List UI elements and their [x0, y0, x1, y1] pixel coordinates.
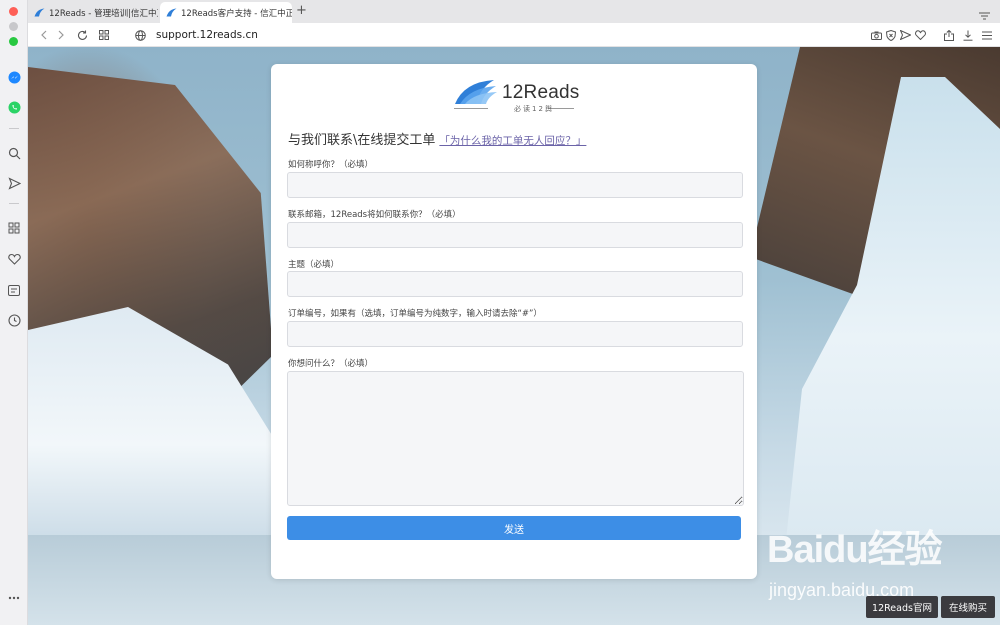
watermark-brand: Baidu经验: [767, 529, 943, 571]
12reads-logo-icon: [166, 8, 177, 17]
settings-menu-icon[interactable]: [979, 27, 995, 43]
download-icon[interactable]: [960, 27, 976, 43]
news-icon[interactable]: [6, 282, 22, 298]
address-bar: support.12reads.cn: [28, 23, 1000, 47]
send-button[interactable]: 发送: [287, 516, 741, 540]
name-input[interactable]: [287, 172, 743, 198]
back-chevron-icon[interactable]: [36, 27, 52, 43]
brand-tagline: 必读12舆: [514, 105, 554, 113]
form-title-text: 与我们联系\在线提交工单: [288, 133, 436, 148]
more-icon[interactable]: [6, 590, 22, 606]
tab-label: 12Reads客户支持 - 信汇中正: [181, 8, 292, 19]
globe-icon: [132, 27, 148, 43]
send-icon[interactable]: [6, 175, 22, 191]
tab-12reads-support[interactable]: 12Reads客户支持 - 信汇中正: [160, 2, 292, 23]
whatsapp-icon[interactable]: [6, 99, 22, 115]
share-icon[interactable]: [941, 27, 957, 43]
search-icon[interactable]: [6, 145, 22, 161]
bookmark-heart-icon[interactable]: [912, 27, 928, 43]
brand-divider: [454, 108, 488, 109]
new-tab-plus-icon[interactable]: +: [296, 3, 307, 18]
subject-input[interactable]: [287, 271, 743, 297]
form-title: 与我们联系\在线提交工单 「为什么我的工单无人回应？」: [288, 129, 586, 148]
sidebar-divider: [9, 128, 19, 129]
question-textarea[interactable]: [287, 371, 744, 506]
maximize-window-button[interactable]: [9, 37, 18, 46]
url-field[interactable]: support.12reads.cn: [156, 29, 258, 41]
brand-name: 12Reads: [502, 82, 580, 103]
reload-icon[interactable]: [74, 27, 90, 43]
minimize-window-button[interactable]: [9, 22, 18, 31]
support-form-card: 12Reads 必读12舆 与我们联系\在线提交工单 「为什么我的工单无人回应？」…: [271, 64, 757, 579]
subject-label: 主题（必填）: [288, 260, 340, 270]
order-number-input[interactable]: [287, 321, 743, 347]
camera-icon[interactable]: [868, 27, 884, 43]
brand-logo: 12Reads 必读12舆: [454, 78, 580, 116]
url-host: support.12reads.cn: [156, 29, 258, 41]
grid-icon[interactable]: [6, 220, 22, 236]
12reads-logo-icon: [34, 8, 45, 17]
forward-chevron-icon[interactable]: [53, 27, 69, 43]
question-label: 你想问什么？（必填）: [288, 359, 374, 369]
clock-icon[interactable]: [6, 312, 22, 328]
browser-sidebar: [0, 0, 28, 625]
tab-12reads-home[interactable]: 12Reads - 管理培训|信汇中正: [28, 2, 158, 23]
messenger-icon[interactable]: [6, 69, 22, 85]
baidu-jingyan-watermark: Baidu经验 jingyan.baidu.com: [767, 518, 957, 600]
unanswered-ticket-help-link[interactable]: 「为什么我的工单无人回应？」: [439, 135, 586, 147]
sidebar-divider: [9, 203, 19, 204]
tab-label: 12Reads - 管理培训|信汇中正: [49, 8, 158, 19]
heart-icon[interactable]: [6, 251, 22, 267]
buy-online-button[interactable]: 在线购买: [941, 596, 995, 618]
name-label: 如何称呼你？（必填）: [288, 160, 374, 170]
order-number-label: 订单编号，如果有（选填，订单编号为纯数字，输入时请去除“#”）: [288, 309, 542, 319]
email-label: 联系邮箱，12Reads将如何联系你？（必填）: [288, 210, 461, 220]
tab-bar: 12Reads - 管理培训|信汇中正 12Reads客户支持 - 信汇中正 +: [28, 0, 1000, 23]
send-page-icon[interactable]: [897, 27, 913, 43]
tab-list-icon[interactable]: [979, 5, 990, 24]
speed-dial-grid-icon[interactable]: [96, 27, 112, 43]
close-window-button[interactable]: [9, 7, 18, 16]
email-input[interactable]: [287, 222, 743, 248]
official-site-button[interactable]: 12Reads官网: [866, 596, 938, 618]
